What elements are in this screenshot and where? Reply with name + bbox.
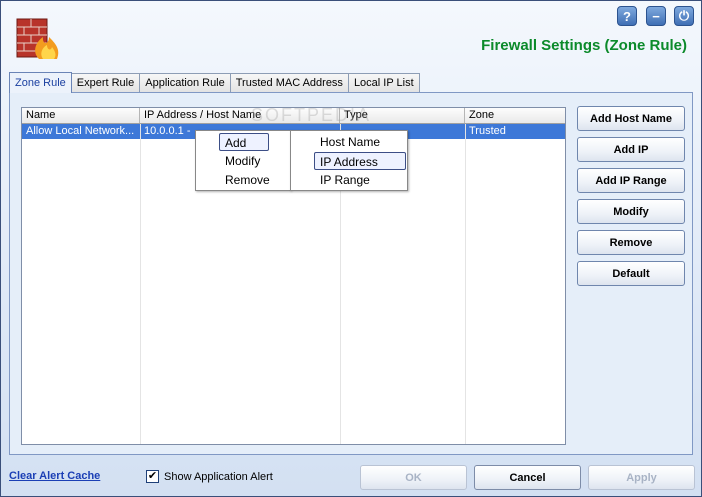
remove-button[interactable]: Remove [577,230,685,255]
cell-name: Allow Local Network... [26,125,135,137]
modify-button[interactable]: Modify [577,199,685,224]
tab-expert-rule[interactable]: Expert Rule [70,73,141,92]
clear-alert-cache-link[interactable]: Clear Alert Cache [9,470,100,482]
context-menu-modify[interactable]: Modify [220,152,260,170]
show-application-alert-checkbox[interactable]: ✔ [146,470,159,483]
help-button[interactable]: ? [617,6,637,26]
firewall-logo-icon [16,18,59,59]
minimize-button[interactable]: − [646,6,666,26]
context-menu-add[interactable]: Add [219,133,269,151]
tab-application-rule[interactable]: Application Rule [139,73,231,92]
context-submenu: Host Name IP Address IP Range [290,130,408,191]
minimize-icon: − [652,8,660,24]
add-host-name-button[interactable]: Add Host Name [577,106,685,131]
submenu-ip-range[interactable]: IP Range [315,171,370,189]
tab-zone-rule[interactable]: Zone Rule [9,72,72,93]
show-application-alert-label: Show Application Alert [164,470,273,483]
add-ip-button[interactable]: Add IP [577,137,685,162]
submenu-ip-address[interactable]: IP Address [314,152,406,170]
help-icon: ? [623,8,631,24]
add-ip-range-button[interactable]: Add IP Range [577,168,685,193]
column-divider [140,124,141,444]
column-header-type[interactable]: Type [340,108,465,123]
table-header: Name IP Address / Host Name Type Zone [22,108,565,124]
context-menu: Add Modify Remove [195,130,291,191]
column-header-zone[interactable]: Zone [465,108,565,123]
ok-button[interactable]: OK [360,465,467,490]
power-icon: ⏻ [678,8,690,23]
column-header-name[interactable]: Name [22,108,140,123]
tab-bar: Zone Rule Expert Rule Application Rule T… [9,72,420,93]
column-divider [465,124,466,444]
show-application-alert-option[interactable]: ✔ Show Application Alert [146,470,273,483]
default-button[interactable]: Default [577,261,685,286]
firewall-settings-window: ? − ⏻ Firewall Settings (Zone Rule) Zone… [0,0,702,497]
tab-local-ip-list[interactable]: Local IP List [347,73,420,92]
cell-zone: Trusted [469,125,506,137]
cancel-button[interactable]: Cancel [474,465,581,490]
column-header-ip-address[interactable]: IP Address / Host Name [140,108,340,123]
page-title: Firewall Settings (Zone Rule) [481,37,687,54]
submenu-host-name[interactable]: Host Name [315,133,380,151]
tab-trusted-mac-address[interactable]: Trusted MAC Address [229,73,349,92]
apply-button[interactable]: Apply [588,465,695,490]
context-menu-remove[interactable]: Remove [220,171,270,189]
close-button[interactable]: ⏻ [674,6,694,26]
